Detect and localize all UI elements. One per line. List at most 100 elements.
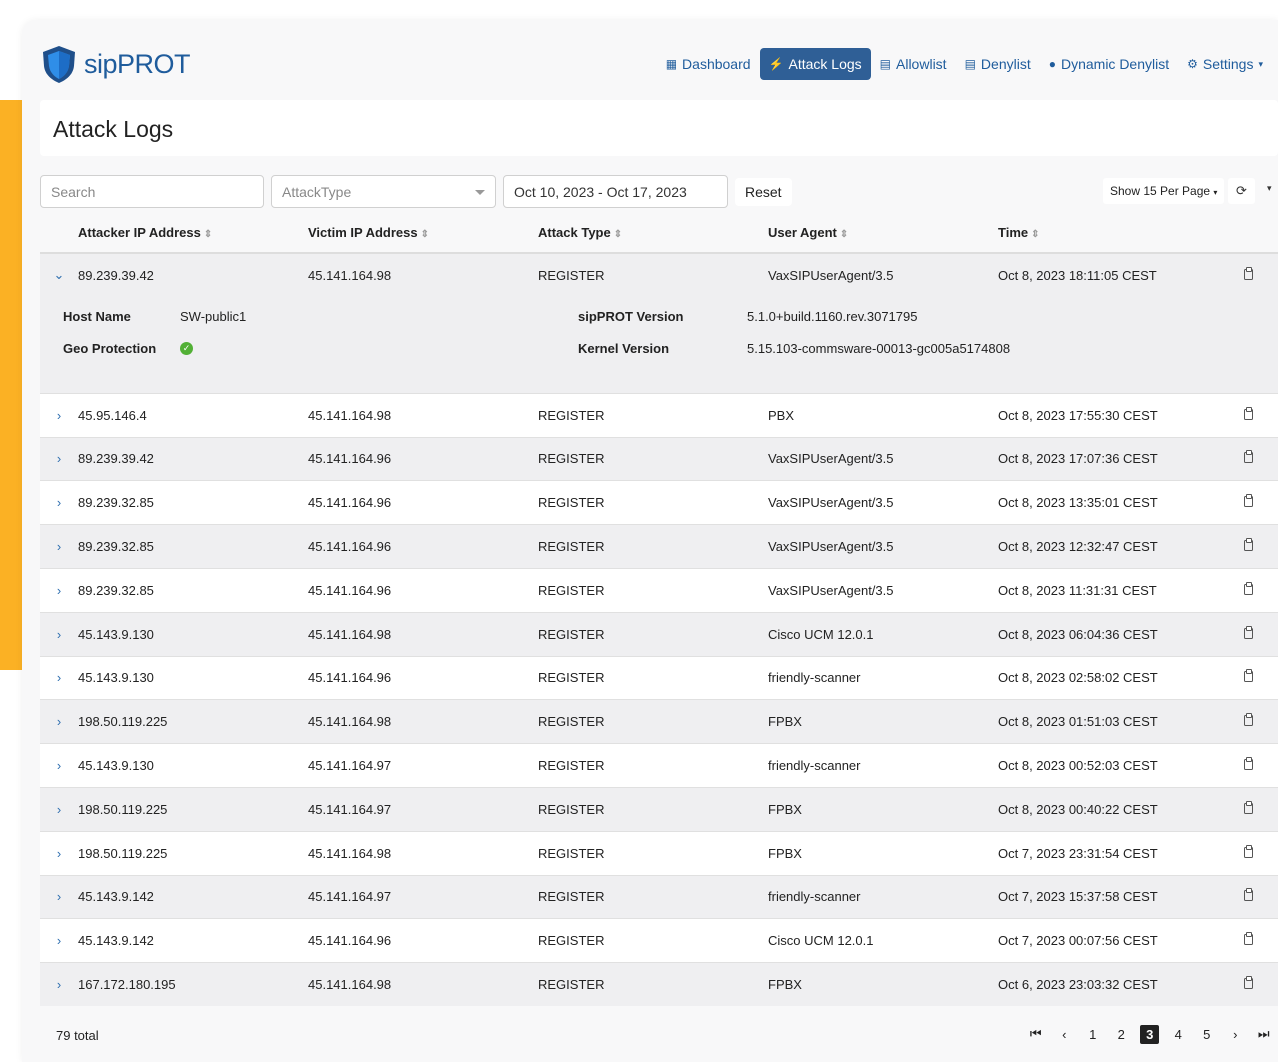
prev-page-button[interactable]: ‹ (1050, 1023, 1079, 1045)
chevron-right-icon[interactable]: › (57, 802, 61, 817)
clipboard-icon[interactable] (1243, 713, 1253, 727)
clipboard-icon[interactable] (1243, 450, 1253, 464)
cell-user-agent: Cisco UCM 12.0.1 (768, 611, 998, 657)
header-time[interactable]: Time ⇕ (998, 212, 1218, 254)
cell-time: Oct 8, 2023 00:52:03 CEST (998, 743, 1218, 788)
table-row[interactable]: › 198.50.119.225 45.141.164.98 REGISTER FPBX… (40, 699, 1278, 744)
page-title: Attack Logs (53, 116, 174, 142)
chevron-right-icon[interactable]: › (57, 408, 61, 423)
page-1[interactable]: 1 (1079, 1023, 1108, 1045)
table-row[interactable]: › 198.50.119.225 45.141.164.97 REGISTER FPBX… (40, 786, 1278, 832)
clipboard-icon[interactable] (1243, 538, 1253, 552)
cell-user-agent: VaxSIPUserAgent/3.5 (768, 436, 998, 481)
clipboard-icon[interactable] (1243, 669, 1253, 683)
attack-type-select[interactable]: AttackType (271, 175, 496, 208)
table-row[interactable]: › 167.172.180.195 45.141.164.98 REGISTER FPB… (40, 962, 1278, 1007)
sort-icon: ⇕ (839, 228, 849, 240)
table-row[interactable]: › 89.239.32.85 45.141.164.96 REGISTER VaxSIP… (40, 567, 1278, 613)
chevron-right-icon[interactable]: › (57, 495, 61, 510)
row-details: Host Name SW-public1 Geo Protection ✓ si… (40, 296, 1278, 394)
clipboard-icon[interactable] (1243, 757, 1253, 771)
cell-attack-type: REGISTER (538, 874, 768, 919)
chevron-right-icon[interactable]: › (57, 889, 61, 904)
nav-attack-logs[interactable]: ⚡ Attack Logs (759, 48, 871, 80)
table-footer: 79 total ⏮ ‹ 1 2 3 4 5 › ⏭ (40, 1020, 1278, 1050)
cell-time: Oct 8, 2023 18:11:05 CEST (998, 252, 1218, 297)
table-row[interactable]: › 89.239.32.85 45.141.164.96 REGISTER VaxSIP… (40, 480, 1278, 525)
header-victim-ip[interactable]: Victim IP Address ⇕ (308, 212, 538, 254)
page-4[interactable]: 4 (1164, 1023, 1193, 1045)
chevron-right-icon[interactable]: › (57, 539, 61, 554)
header-attack-type[interactable]: Attack Type ⇕ (538, 212, 768, 254)
next-page-button[interactable]: › (1221, 1023, 1250, 1045)
nav-dashboard[interactable]: ▦ Dashboard (657, 48, 760, 80)
navbar: sipPROT ▦ Dashboard ⚡ Attack Logs ▤ Allo… (22, 20, 1278, 100)
last-page-button[interactable]: ⏭ (1250, 1023, 1278, 1045)
cell-user-agent: VaxSIPUserAgent/3.5 (768, 524, 998, 569)
chevron-right-icon[interactable]: › (57, 670, 61, 685)
clipboard-icon[interactable] (1243, 266, 1253, 280)
cell-attack-type: REGISTER (538, 252, 768, 297)
clipboard-icon[interactable] (1243, 844, 1253, 858)
table-row[interactable]: › 45.143.9.130 45.141.164.98 REGISTER Cisco … (40, 611, 1278, 657)
table-row[interactable]: › 45.143.9.130 45.141.164.97 REGISTER friend… (40, 743, 1278, 788)
logo[interactable]: sipPROT (40, 44, 191, 84)
clipboard-icon[interactable] (1243, 625, 1253, 639)
nav-allowlist[interactable]: ▤ Allowlist (871, 48, 956, 80)
header-label: Victim IP Address (308, 224, 418, 240)
sort-icon: ⇕ (420, 228, 429, 240)
search-input[interactable]: Search (40, 175, 264, 208)
table-row[interactable]: › 45.95.146.4 45.141.164.98 REGISTER PBX Oct … (40, 392, 1278, 438)
page-3[interactable]: 3 (1136, 1023, 1165, 1045)
chevron-right-icon[interactable]: › (57, 627, 61, 642)
cell-victim-ip: 45.141.164.96 (308, 524, 538, 569)
clipboard-icon[interactable] (1243, 932, 1253, 946)
table-row[interactable]: › 45.143.9.130 45.141.164.96 REGISTER friend… (40, 655, 1278, 700)
clipboard-icon[interactable] (1243, 976, 1253, 990)
table-row-expanded[interactable]: ⌄ 89.239.39.42 45.141.164.98 REGISTER Va… (40, 252, 1278, 297)
chevron-down-icon[interactable]: ⌄ (54, 267, 65, 282)
nav-label: Denylist (980, 56, 1031, 72)
reset-button[interactable]: Reset (735, 178, 792, 206)
clipboard-icon[interactable] (1243, 494, 1253, 508)
table-row[interactable]: › 198.50.119.225 45.141.164.98 REGISTER FPBX… (40, 830, 1278, 876)
first-page-button[interactable]: ⏮ (1022, 1023, 1051, 1045)
clipboard-icon[interactable] (1243, 888, 1253, 902)
cell-user-agent: Cisco UCM 12.0.1 (768, 918, 998, 963)
chevron-right-icon[interactable]: › (57, 846, 61, 861)
header-attacker-ip[interactable]: Attacker IP Address ⇕ (78, 212, 308, 254)
cell-attacker-ip: 45.143.9.130 (78, 655, 308, 700)
refresh-button[interactable]: ⟳ (1228, 178, 1255, 204)
cell-attacker-ip: 89.239.32.85 (78, 480, 308, 525)
nav-dynamic-denylist[interactable]: ● Dynamic Denylist (1040, 48, 1178, 80)
check-circle-icon: ✓ (180, 341, 193, 355)
refresh-options-caret[interactable]: ▾ (1264, 178, 1275, 199)
per-page-dropdown[interactable]: Show 15 Per Page ▾ (1103, 178, 1225, 204)
clipboard-icon[interactable] (1243, 800, 1253, 814)
date-range-input[interactable]: Oct 10, 2023 - Oct 17, 2023 (503, 175, 728, 208)
header-user-agent[interactable]: User Agent ⇕ (768, 212, 998, 254)
table-row[interactable]: › 89.239.32.85 45.141.164.96 REGISTER VaxSIP… (40, 524, 1278, 569)
cell-user-agent: friendly-scanner (768, 743, 998, 788)
chevron-right-icon[interactable]: › (57, 758, 61, 773)
page-number: 4 (1174, 1026, 1182, 1042)
cell-attack-type: REGISTER (538, 480, 768, 525)
clipboard-icon[interactable] (1243, 406, 1253, 420)
table-row[interactable]: › 45.143.9.142 45.141.164.96 REGISTER Cisco … (40, 918, 1278, 963)
cell-user-agent: VaxSIPUserAgent/3.5 (768, 252, 998, 297)
table-row[interactable]: › 45.143.9.142 45.141.164.97 REGISTER friend… (40, 874, 1278, 919)
table-row[interactable]: › 89.239.39.42 45.141.164.96 REGISTER VaxSIP… (40, 436, 1278, 481)
per-page-label: Show 15 Per Page (1110, 184, 1211, 198)
cell-time: Oct 8, 2023 17:07:36 CEST (998, 436, 1218, 481)
chevron-right-icon[interactable]: › (57, 977, 61, 992)
clipboard-icon[interactable] (1243, 581, 1253, 595)
cell-user-agent: FPBX (768, 830, 998, 876)
nav-settings[interactable]: ⚙ Settings ▾ (1178, 48, 1272, 80)
page-5[interactable]: 5 (1193, 1023, 1222, 1045)
page-2[interactable]: 2 (1107, 1023, 1136, 1045)
chevron-right-icon[interactable]: › (57, 583, 61, 598)
chevron-right-icon[interactable]: › (57, 933, 61, 948)
nav-denylist[interactable]: ▤ Denylist (956, 48, 1040, 80)
chevron-right-icon[interactable]: › (57, 451, 61, 466)
chevron-right-icon[interactable]: › (57, 714, 61, 729)
